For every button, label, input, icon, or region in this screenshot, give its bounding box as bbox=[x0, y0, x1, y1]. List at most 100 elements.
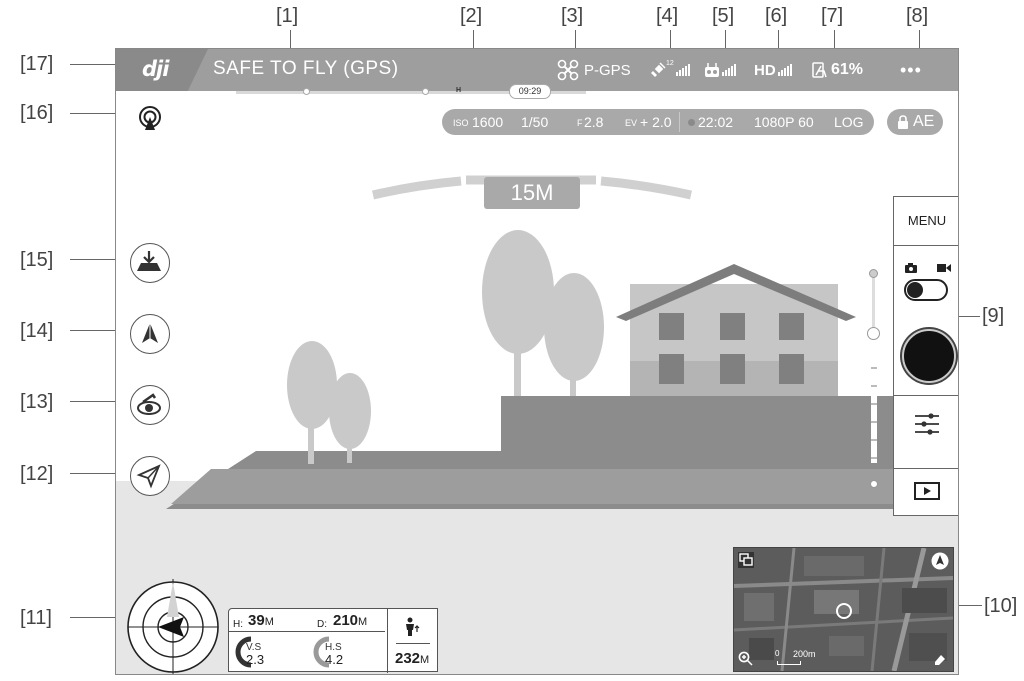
callout-4: [4] bbox=[656, 5, 679, 27]
lock-icon bbox=[898, 115, 908, 129]
distance-value: 210M bbox=[333, 612, 367, 629]
rc-signal-bars bbox=[722, 64, 736, 76]
flight-telemetry-panel: H: 39M D: 210M V.S 2.3 H.S 4.2 232M bbox=[228, 608, 438, 673]
rc-signal-indicator[interactable] bbox=[704, 49, 736, 91]
aperture-value: 2.8 bbox=[584, 114, 604, 130]
gps-signal-bars bbox=[675, 64, 690, 76]
leader-line bbox=[725, 30, 726, 50]
callout-1: [1] bbox=[276, 5, 299, 27]
flight-status[interactable]: SAFE TO FLY (GPS) bbox=[213, 58, 399, 80]
gps-count: 12 bbox=[666, 59, 674, 67]
distance-number: 210 bbox=[333, 612, 359, 629]
record-dot-icon bbox=[688, 119, 695, 126]
hd-signal-indicator[interactable]: HD bbox=[754, 49, 792, 91]
camera-view[interactable]: 15M dji SAFE TO FLY (GPS) P-GPS 12 HD 61… bbox=[115, 48, 959, 675]
obstacle-distance-label: 15M bbox=[484, 177, 580, 209]
callout-2: [2] bbox=[460, 5, 483, 27]
hd-signal-bars bbox=[777, 64, 792, 76]
person-icon bbox=[406, 617, 420, 636]
iso-label: ISO bbox=[453, 118, 469, 128]
color-profile: LOG bbox=[834, 114, 864, 130]
leader-line bbox=[290, 30, 291, 50]
slider-track bbox=[872, 273, 875, 333]
camera-control-panel: MENU bbox=[893, 196, 958, 516]
map-lock-icon[interactable] bbox=[931, 552, 949, 570]
distance-unit: M bbox=[358, 616, 368, 628]
height-unit: M bbox=[264, 616, 274, 628]
map-zoom-icon[interactable] bbox=[738, 651, 753, 666]
slider-ticks bbox=[871, 351, 877, 463]
callout-10: [10] bbox=[984, 595, 1018, 617]
return-to-home-icon bbox=[142, 323, 158, 343]
shutter-value: 1/50 bbox=[521, 114, 549, 130]
battery-indicator[interactable]: 61% bbox=[810, 49, 863, 91]
callout-5: [5] bbox=[712, 5, 735, 27]
pilot-divider bbox=[396, 643, 430, 644]
compass-icon bbox=[127, 579, 219, 674]
video-icon bbox=[937, 264, 951, 272]
slider-bottom-handle bbox=[870, 480, 878, 488]
dji-logo-text: dji bbox=[142, 57, 169, 81]
aircraft-icon bbox=[557, 59, 579, 81]
playback-icon[interactable] bbox=[914, 482, 940, 500]
pilot-distance: 232M bbox=[395, 650, 429, 667]
photo-icon bbox=[905, 263, 917, 273]
video-resolution: 1080P 60 bbox=[754, 114, 814, 130]
track-button[interactable] bbox=[130, 456, 170, 496]
height-label: H: bbox=[233, 614, 243, 631]
dji-logo[interactable]: dji bbox=[116, 49, 208, 91]
map-erase-icon[interactable] bbox=[933, 652, 947, 666]
leader-line bbox=[834, 30, 835, 50]
panel-divider bbox=[894, 468, 958, 469]
leader-line bbox=[670, 30, 671, 50]
auto-takeoff-button[interactable] bbox=[130, 243, 170, 283]
battery-percent: 61% bbox=[831, 61, 864, 78]
slider-top-handle bbox=[869, 269, 878, 278]
ae-lock-button[interactable]: AE bbox=[887, 109, 943, 135]
hs-value: 4.2 bbox=[325, 652, 344, 667]
map-scale-bar bbox=[777, 661, 801, 665]
settings-sliders-icon[interactable] bbox=[915, 413, 939, 435]
mini-map[interactable]: 0 200m bbox=[733, 547, 954, 672]
callout-14: [14] bbox=[20, 320, 54, 342]
camera-settings-bar[interactable]: ISO 1600 1/50 F 2.8 EV + 2.0 22:02 1080P… bbox=[442, 109, 874, 135]
intelligent-flight-icon bbox=[137, 393, 161, 415]
callout-3: [3] bbox=[561, 5, 584, 27]
gps-indicator[interactable]: 12 bbox=[650, 49, 690, 91]
return-to-home-button[interactable] bbox=[130, 314, 170, 354]
more-icon[interactable]: ••• bbox=[900, 49, 922, 91]
telemetry-divider bbox=[229, 631, 385, 632]
flight-time: 09:29 bbox=[509, 84, 551, 99]
auto-takeoff-icon bbox=[137, 251, 161, 271]
obstacle-sensing-icon[interactable] bbox=[138, 106, 162, 132]
map-scale-zero: 0 bbox=[775, 649, 780, 658]
pilot-distance-unit: M bbox=[420, 654, 430, 666]
height-label-text: H: bbox=[233, 619, 243, 630]
shutter-button[interactable] bbox=[902, 329, 956, 383]
record-time: 22:02 bbox=[698, 114, 734, 130]
pilot-distance-number: 232 bbox=[395, 650, 421, 667]
satellite-icon bbox=[651, 62, 666, 77]
toggle-knob bbox=[907, 282, 923, 298]
flight-mode-indicator[interactable]: P-GPS bbox=[557, 49, 631, 91]
timeline-marker bbox=[303, 88, 310, 95]
ev-label: EV bbox=[625, 118, 638, 128]
height-number: 39 bbox=[248, 612, 265, 629]
distance-label-text: D: bbox=[317, 619, 327, 630]
callout-12: [12] bbox=[20, 463, 54, 485]
callout-15: [15] bbox=[20, 249, 54, 271]
intelligent-flight-button[interactable] bbox=[130, 385, 170, 425]
panel-divider bbox=[894, 395, 958, 396]
photo-video-toggle[interactable] bbox=[904, 279, 948, 301]
telemetry-vertical-divider bbox=[387, 609, 388, 673]
flight-mode-label: P-GPS bbox=[584, 61, 631, 79]
callout-13: [13] bbox=[20, 391, 54, 413]
menu-button[interactable]: MENU bbox=[894, 197, 958, 246]
iso-value: 1600 bbox=[472, 114, 504, 130]
leader-line bbox=[778, 30, 779, 50]
exposure-slider[interactable] bbox=[867, 269, 880, 489]
map-scale-label: 200m bbox=[793, 649, 816, 659]
map-switch-icon[interactable] bbox=[738, 552, 754, 568]
slider-handle[interactable] bbox=[867, 327, 880, 340]
remote-controller-icon bbox=[705, 63, 719, 77]
